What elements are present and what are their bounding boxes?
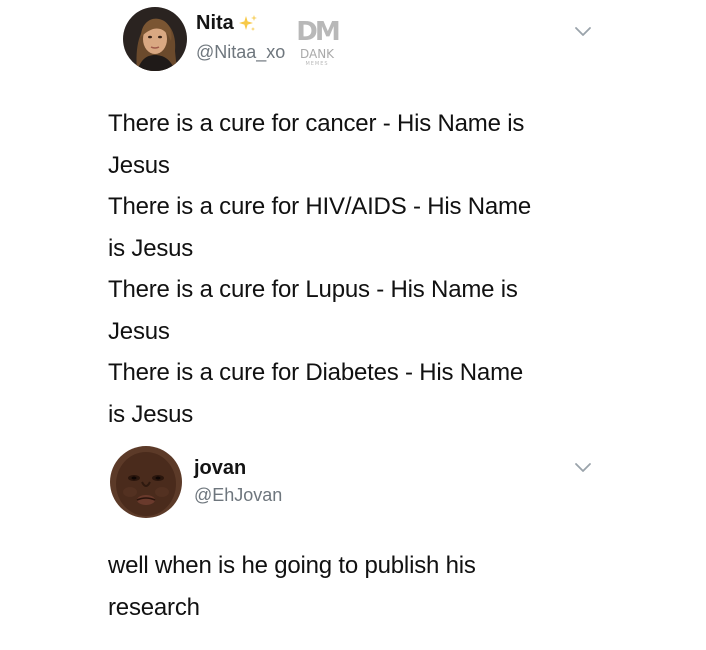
author-handle[interactable]: @EhJovan xyxy=(194,485,282,506)
tweet-text: well when is he going to publish his res… xyxy=(108,545,476,628)
tweet-line: is Jesus xyxy=(108,234,194,262)
watermark-mark: DM xyxy=(296,17,339,47)
watermark-text: DANK xyxy=(300,47,335,61)
tweet-line: There is a cure for HIV/AIDS - His Name xyxy=(108,193,531,220)
avatar-nita[interactable] xyxy=(123,7,187,71)
sparkles-icon xyxy=(239,15,257,31)
chevron-down-icon[interactable] xyxy=(573,25,593,39)
tweet-text: There is a cure for cancer - His Name is… xyxy=(108,103,531,435)
tweet-line: well when is he going to publish his xyxy=(108,552,476,579)
tweet-line: There is a cure for cancer - His Name is xyxy=(108,110,525,137)
author-handle[interactable]: @Nitaa_xo xyxy=(196,42,285,63)
author-name[interactable]: Nita xyxy=(196,12,234,35)
avatar-jovan[interactable] xyxy=(110,446,182,518)
tweet-line: There is a cure for Diabetes - His Name xyxy=(108,359,524,386)
dank-memes-watermark: DM DANK MEMES xyxy=(294,10,342,68)
chevron-down-icon[interactable] xyxy=(573,461,593,475)
tweet-line: There is a cure for Lupus - His Name is xyxy=(108,276,518,303)
tweet-line: research xyxy=(108,593,200,621)
tweet-line: is Jesus xyxy=(108,400,194,428)
tweet-line: Jesus xyxy=(108,151,170,179)
author-name[interactable]: jovan xyxy=(194,457,246,480)
watermark-subtext: MEMES xyxy=(305,61,328,67)
tweet-line: Jesus xyxy=(108,317,170,345)
